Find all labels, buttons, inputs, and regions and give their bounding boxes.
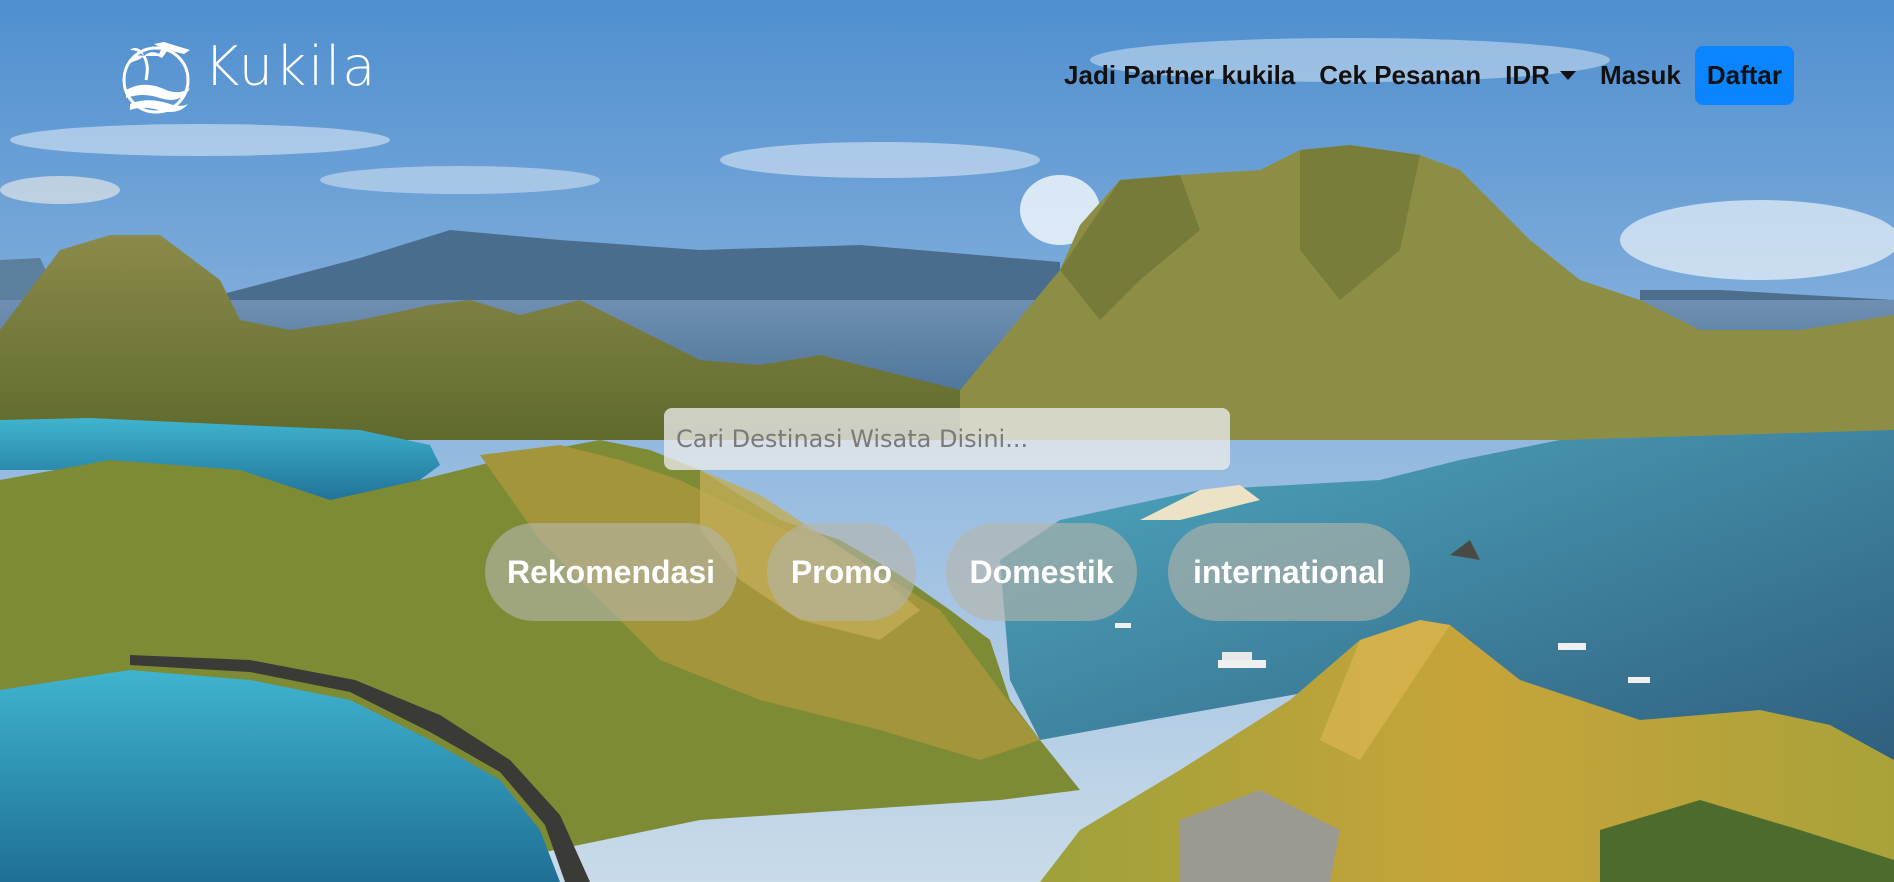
- top-nav: Jadi Partner kukila Cek Pesanan IDR Masu…: [1040, 46, 1794, 105]
- brand-name: Kukila: [204, 35, 378, 98]
- login-link[interactable]: Masuk: [1600, 60, 1681, 91]
- category-domestik-button[interactable]: Domestik: [946, 523, 1137, 621]
- currency-label: IDR: [1505, 60, 1550, 90]
- category-rekomendasi-button[interactable]: Rekomendasi: [485, 523, 737, 621]
- check-orders-link[interactable]: Cek Pesanan: [1319, 60, 1481, 91]
- destination-search-input[interactable]: [664, 408, 1230, 470]
- airplane-palm-wave-logo-icon: [122, 42, 190, 114]
- chevron-down-icon: [1559, 71, 1576, 80]
- category-promo-button[interactable]: Promo: [767, 523, 916, 621]
- currency-dropdown[interactable]: IDR: [1505, 60, 1576, 91]
- category-international-button[interactable]: international: [1168, 523, 1410, 621]
- partner-link[interactable]: Jadi Partner kukila: [1064, 60, 1295, 91]
- register-button[interactable]: Daftar: [1694, 46, 1794, 105]
- brand-logo[interactable]: Kukila: [118, 34, 375, 118]
